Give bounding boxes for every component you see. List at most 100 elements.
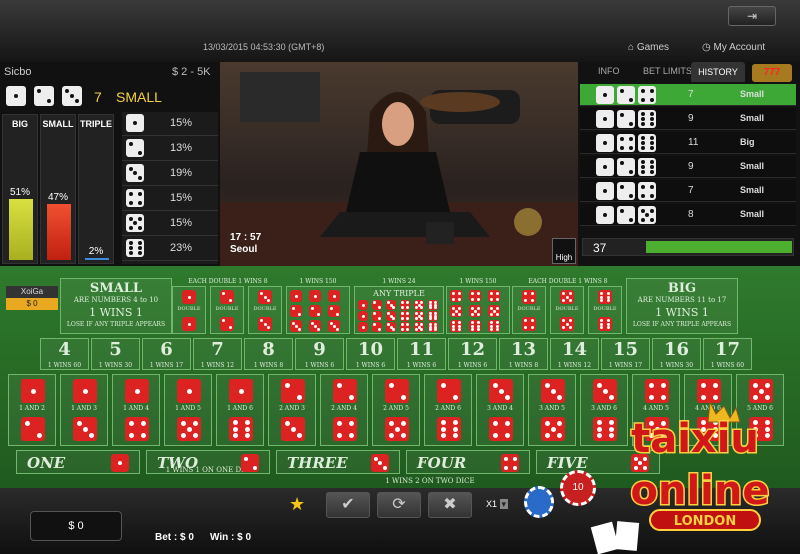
bet-double-6[interactable]: DOUBLE [588, 286, 622, 334]
chevron-down-icon: ▾ [499, 499, 509, 509]
bet-single-1[interactable]: ONE [16, 450, 140, 474]
single-stat-row: 15% [122, 112, 218, 136]
bet-combo[interactable]: 2 AND 6 [424, 374, 472, 446]
any-triple-die [358, 311, 368, 321]
tab-history[interactable]: HISTORY [691, 62, 745, 82]
combo-label: 1 AND 3 [71, 405, 97, 412]
total-odds: 1 WINS 6 [457, 362, 488, 369]
bet-combo[interactable]: 3 AND 4 [476, 374, 524, 446]
triple-die [309, 320, 321, 332]
history-sum: 11 [688, 137, 699, 148]
bet-combo[interactable]: 2 AND 4 [320, 374, 368, 446]
bet-double-2[interactable]: DOUBLE [210, 286, 244, 334]
bet-total-4[interactable]: 4 1 WINS 60 [40, 338, 89, 370]
bet-double-5[interactable]: DOUBLE [550, 286, 584, 334]
bet-single-3[interactable]: THREE [276, 450, 400, 474]
bet-total-15[interactable]: 15 1 WINS 17 [601, 338, 650, 370]
single-stat-die [126, 139, 144, 157]
bet-combo[interactable]: 1 AND 5 [164, 374, 212, 446]
win-amount: Win : $ 0 [210, 532, 252, 543]
bet-combo[interactable]: 3 AND 5 [528, 374, 576, 446]
single-stat-row: 19% [122, 162, 218, 186]
triple-die [290, 320, 302, 332]
triple-die [488, 290, 500, 302]
bet-total-11[interactable]: 11 1 WINS 6 [397, 338, 446, 370]
combo-die [333, 417, 357, 441]
bet-total-5[interactable]: 5 1 WINS 30 [91, 338, 140, 370]
bet-total-6[interactable]: 6 1 WINS 17 [142, 338, 191, 370]
bet-combo[interactable]: 2 AND 5 [372, 374, 420, 446]
bet-total-9[interactable]: 9 1 WINS 6 [295, 338, 344, 370]
confirm-bet-button[interactable]: ✔ [326, 492, 370, 518]
any-triple-die [372, 322, 382, 332]
total-number: 7 [211, 339, 224, 360]
exit-button[interactable]: ⇥ [728, 6, 776, 26]
bet-total-12[interactable]: 12 1 WINS 6 [448, 338, 497, 370]
bet-big-title: BIG [667, 281, 697, 296]
double-die [258, 317, 272, 331]
chip-blue[interactable] [524, 486, 554, 518]
triple-stat-column: TRIPLE 2% [78, 114, 114, 264]
bet-double-1[interactable]: DOUBLE [172, 286, 206, 334]
total-number: 13 [510, 339, 537, 360]
combo-label: 2 AND 4 [331, 405, 357, 412]
any-triple-die [400, 300, 410, 310]
double-die [258, 290, 272, 304]
bet-combo[interactable]: 1 AND 3 [60, 374, 108, 446]
bet-total-16[interactable]: 16 1 WINS 30 [652, 338, 701, 370]
bet-big[interactable]: BIG ARE NUMBERS 11 to 17 1 WINS 1 LOSE I… [626, 278, 738, 334]
bet-small-title: SMALL [89, 281, 143, 296]
bet-combo[interactable]: 2 AND 3 [268, 374, 316, 446]
slots-icon[interactable]: 777 [752, 64, 792, 82]
total-number: 4 [58, 339, 71, 360]
bet-total-10[interactable]: 10 1 WINS 6 [346, 338, 395, 370]
multiplier-select[interactable]: X1 ▾ [486, 499, 516, 513]
double-die [598, 317, 612, 331]
tab-bet-limits[interactable]: BET LIMITS [643, 66, 692, 76]
video-quality-button[interactable]: High [552, 238, 576, 264]
history-die [638, 110, 656, 128]
bet-combo[interactable]: 1 AND 2 [8, 374, 56, 446]
total-number: 11 [408, 339, 435, 360]
tab-info[interactable]: INFO [598, 66, 620, 76]
triple-die [469, 305, 481, 317]
combo-die [177, 417, 201, 441]
total-number: 15 [612, 339, 639, 360]
bet-total-17[interactable]: 17 1 WINS 60 [703, 338, 752, 370]
bet-total-13[interactable]: 13 1 WINS 8 [499, 338, 548, 370]
bet-single-4[interactable]: FOUR [406, 450, 530, 474]
any-triple-die [386, 300, 396, 310]
double-label: DOUBLE [253, 306, 277, 312]
my-account-link[interactable]: ◷ My Account [702, 42, 765, 53]
single-stat-row: 15% [122, 212, 218, 236]
rebet-button[interactable]: ⟳ [377, 492, 421, 518]
bet-total-8[interactable]: 8 1 WINS 8 [244, 338, 293, 370]
combo-label: 3 AND 4 [487, 405, 513, 412]
any-triple-die [414, 300, 424, 310]
triple-die [450, 320, 462, 332]
favorite-star-icon[interactable]: ★ [289, 494, 305, 515]
live-video: 17 : 57 Seoul High [220, 62, 578, 268]
bet-double-4[interactable]: DOUBLE [512, 286, 546, 334]
bet-combo[interactable]: 1 AND 4 [112, 374, 160, 446]
clear-bet-button[interactable]: ✖ [428, 492, 472, 518]
bet-combo[interactable]: 1 AND 6 [216, 374, 264, 446]
bet-small[interactable]: SMALL ARE NUMBERS 4 to 10 1 WINS 1 LOSE … [60, 278, 172, 334]
table-limits: $ 2 - 5K [172, 66, 211, 78]
home-icon: ⌂ [628, 42, 637, 53]
combo-die [541, 379, 565, 403]
total-odds: 1 WINS 30 [659, 362, 694, 369]
combo-die [21, 379, 45, 403]
history-die [638, 158, 656, 176]
bet-double-3[interactable]: DOUBLE [248, 286, 282, 334]
combo-die [385, 417, 409, 441]
round-progress-fill [646, 241, 792, 253]
top-bar [0, 0, 800, 62]
history-row: 7 Small [580, 84, 796, 106]
bet-small-sub: ARE NUMBERS 4 to 10 [73, 296, 159, 304]
bet-single-2[interactable]: TWO [146, 450, 270, 474]
bet-total-7[interactable]: 7 1 WINS 12 [193, 338, 242, 370]
history-result: Small [740, 161, 765, 171]
games-link[interactable]: ⌂ Games [628, 42, 669, 53]
bet-total-14[interactable]: 14 1 WINS 12 [550, 338, 599, 370]
